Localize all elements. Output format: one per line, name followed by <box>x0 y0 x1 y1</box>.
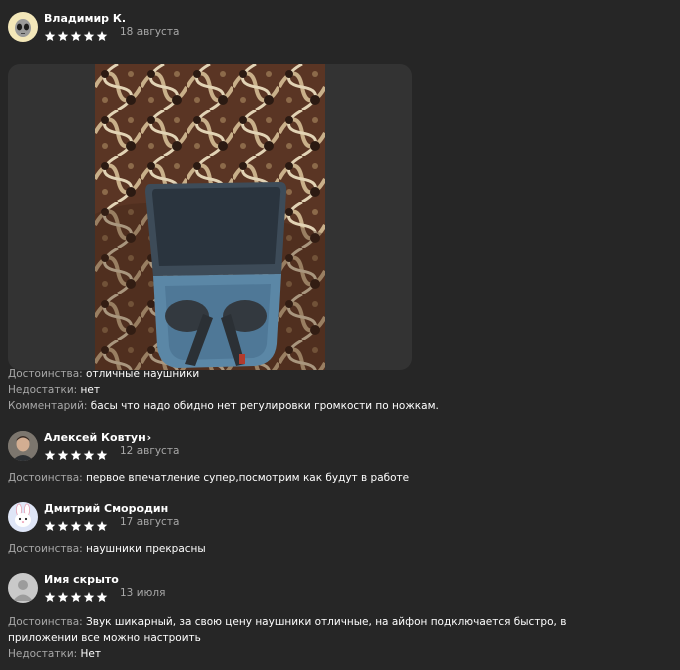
pros-text: отличные наушники <box>86 368 200 380</box>
pros-label: Достоинства: <box>8 368 83 380</box>
alien-face-icon[interactable] <box>8 12 38 42</box>
star-icon <box>96 520 108 532</box>
star-icon <box>57 30 69 42</box>
review-header: Имя скрыто 13 июля <box>8 573 608 605</box>
pros-text: наушники прекрасны <box>86 543 206 555</box>
cons-label: Недостатки: <box>8 648 78 660</box>
cons-text: нет <box>80 384 100 396</box>
rating-stars <box>44 27 109 42</box>
star-icon <box>70 520 82 532</box>
pros-label: Достоинства: <box>8 543 83 555</box>
review-photo-gallery[interactable] <box>8 64 412 370</box>
cons-label: Недостатки: <box>8 384 78 396</box>
star-icon <box>70 30 82 42</box>
star-icon <box>83 30 95 42</box>
pros-text: первое впечатление супер,посмотрим как б… <box>86 472 410 484</box>
review-cons: Недостатки: Нет <box>8 646 101 662</box>
avatar[interactable] <box>8 431 38 461</box>
pros-label: Достоинства: <box>8 472 83 484</box>
star-icon <box>44 591 56 603</box>
review-pros: Достоинства: первое впечатление супер,по… <box>8 470 409 486</box>
bunny-face-icon[interactable] <box>8 502 38 532</box>
review-author[interactable]: Дмитрий Смородин <box>44 502 168 515</box>
review-pros: Достоинства: отличные наушники <box>8 366 199 382</box>
star-icon <box>96 591 108 603</box>
review-date: 17 августа <box>120 516 180 528</box>
pros-text: Звук шикарный, за свою цену наушники отл… <box>86 616 567 628</box>
review-header: Алексей Ковтун› 12 августа <box>8 431 608 463</box>
review-pros-continued: приложении все можно настроить <box>8 632 201 644</box>
star-icon <box>44 30 56 42</box>
review-author: Имя скрыто <box>44 573 119 586</box>
star-icon <box>83 449 95 461</box>
author-name[interactable]: Алексей Ковтун <box>44 431 146 444</box>
review-date: 12 августа <box>120 445 180 457</box>
rating-stars <box>44 446 109 461</box>
review-pros: Достоинства: наушники прекрасны <box>8 541 206 557</box>
rating-stars <box>44 588 109 603</box>
pros-label: Достоинства: <box>8 616 83 628</box>
review-photo[interactable] <box>95 64 325 370</box>
chevron-right-icon[interactable]: › <box>147 431 152 444</box>
review-date: 13 июля <box>120 587 166 599</box>
star-icon <box>44 520 56 532</box>
cons-text: Нет <box>80 648 102 660</box>
review-comment: Комментарий: басы что надо обидно нет ре… <box>8 398 439 414</box>
star-icon <box>57 591 69 603</box>
review-cons: Недостатки: нет <box>8 382 100 398</box>
comment-label: Комментарий: <box>8 400 88 412</box>
review-header: Владимир К. 18 августа <box>8 12 608 44</box>
rating-stars <box>44 517 109 532</box>
star-icon <box>96 30 108 42</box>
review-header: Дмитрий Смородин 17 августа <box>8 502 608 534</box>
star-icon <box>57 449 69 461</box>
star-icon <box>57 520 69 532</box>
review-author[interactable]: Владимир К. <box>44 12 126 25</box>
star-icon <box>83 591 95 603</box>
star-icon <box>96 449 108 461</box>
star-icon <box>70 591 82 603</box>
anonymous-user-icon <box>8 573 38 603</box>
star-icon <box>70 449 82 461</box>
comment-text: басы что надо обидно нет регулировки гро… <box>90 400 439 412</box>
star-icon <box>83 520 95 532</box>
star-icon <box>44 449 56 461</box>
review-date: 18 августа <box>120 26 180 38</box>
review-author[interactable]: Алексей Ковтун› <box>44 431 151 444</box>
review-pros: Достоинства: Звук шикарный, за свою цену… <box>8 614 566 630</box>
